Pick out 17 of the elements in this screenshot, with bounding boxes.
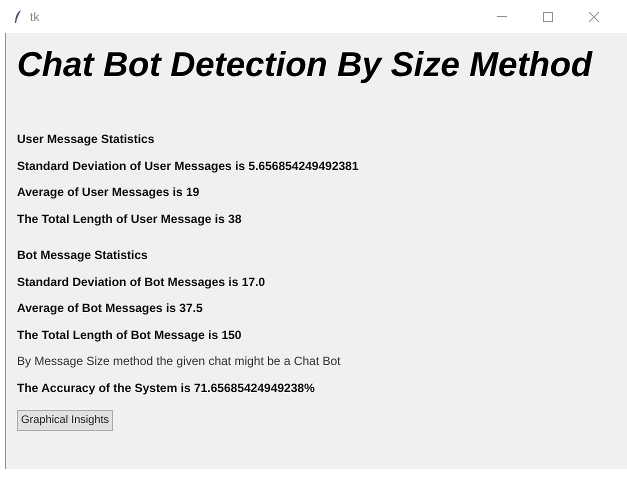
statistic-text: Bot Message Statistics [17, 248, 149, 263]
statistic-text: The Total Length of Bot Message is 150 [17, 328, 242, 342]
statistic-text: By Message Size method the given chat might be a Chat Bot [17, 354, 342, 369]
graphical-insights-button[interactable]: Graphical Insights [17, 410, 114, 431]
statistic-text: Standard Deviation of Bot Messages is 17.0 [17, 274, 266, 290]
statistic-text: Average of Bot Messages is 37.5 [17, 301, 204, 316]
statistic-text: The Total Length of User Message is 38 [17, 212, 242, 226]
statistic-text: Standard Deviation of User Messages is 5.656854249492381 [17, 158, 360, 174]
close-icon [589, 12, 599, 22]
statistic-text: Average of User Messages is 19 [17, 185, 200, 200]
feather-icon [14, 10, 22, 24]
page-heading: Chat Bot Detection By Size Method [17, 45, 594, 86]
minimize-icon [497, 16, 507, 18]
window-title: tk [30, 8, 40, 26]
maximize-icon [543, 12, 553, 22]
statistic-text: User Message Statistics [17, 132, 156, 147]
statistic-text: The Accuracy of the System is 71.65685424949238% [17, 380, 316, 396]
